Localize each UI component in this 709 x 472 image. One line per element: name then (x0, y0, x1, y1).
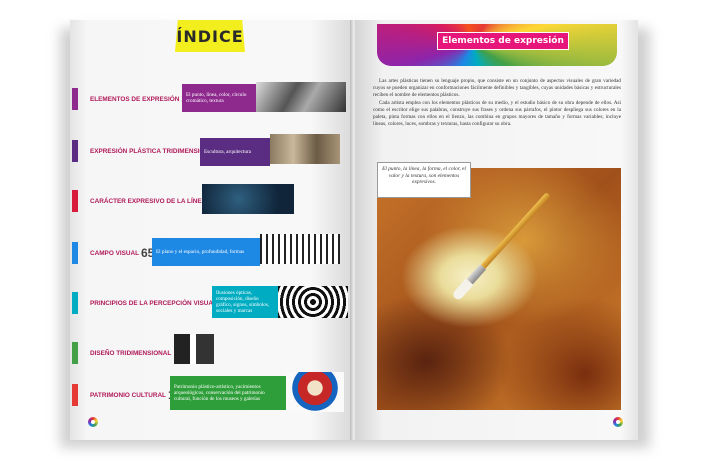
image-callout: El punto, la línea, la forma, el color, … (377, 162, 471, 198)
index-entry-7[interactable]: PATRIMONIO CULTURAL116 Patrimonio plásti… (70, 372, 353, 412)
paintbrush-illustration (451, 191, 552, 302)
entry-thumbnail-image (202, 184, 294, 214)
entry-thumbnail-image (174, 334, 214, 364)
entry-title: CARÁCTER EXPRESIVO DE LA LÍNEA (90, 197, 207, 205)
oil-painting-image (377, 168, 621, 410)
index-heading: ÍNDICE (176, 26, 244, 46)
index-entry-3[interactable]: CARÁCTER EXPRESIVO DE LA LÍNEA56 (70, 182, 353, 222)
index-entry-1[interactable]: ELEMENTOS DE EXPRESIÓN3 El punto, línea,… (70, 78, 353, 118)
entry-title: EXPRESIÓN PLÁSTICA TRIDIMENSIONAL (90, 147, 218, 155)
index-entry-6[interactable]: DISEÑO TRIDIMENSIONAL113 (70, 332, 353, 372)
index-entry-2[interactable]: EXPRESIÓN PLÁSTICA TRIDIMENSIONAL48 Escu… (70, 130, 353, 170)
index-entry-4[interactable]: CAMPO VISUAL 65 El plano y el espacio, pr… (70, 232, 353, 272)
entry-description: Patrimonio plástico-artístico, yacimient… (170, 376, 286, 410)
entry-title: PRINCIPIOS DE LA PERCEPCIÓN VISUAL (90, 299, 217, 307)
index-entry-5[interactable]: PRINCIPIOS DE LA PERCEPCIÓN VISUAL91 Ilu… (70, 282, 353, 322)
entry-color-bar (72, 292, 78, 314)
entry-thumbnail-image (256, 82, 346, 112)
entry-description: Escultura, arquitectura (200, 138, 270, 166)
footer-logo-icon (88, 417, 98, 427)
left-page: ÍNDICE ELEMENTOS DE EXPRESIÓN3 El punto,… (70, 20, 353, 440)
entry-color-bar (72, 342, 78, 364)
index-heading-banner: ÍNDICE (175, 20, 245, 52)
paragraph-1: Las artes plásticas tienen su lenguaje p… (373, 78, 621, 98)
entry-description: El plano y el espacio, profundidad, form… (152, 238, 260, 266)
paragraph-2: Cada artista emplea con los elementos pl… (373, 100, 621, 127)
entry-color-bar (72, 384, 78, 406)
body-text: Las artes plásticas tienen su lenguaje p… (373, 78, 621, 129)
entry-description: Ilusiones ópticas, composición, diseño g… (212, 286, 278, 318)
entry-title: ELEMENTOS DE EXPRESIÓN (90, 95, 180, 103)
entry-title: CAMPO VISUAL (90, 249, 139, 257)
entry-color-bar (72, 242, 78, 264)
entry-color-bar (72, 140, 78, 162)
entry-color-bar (72, 190, 78, 212)
footer-logo-icon (613, 417, 623, 427)
entry-title: PATRIMONIO CULTURAL (90, 391, 166, 399)
entry-title: DISEÑO TRIDIMENSIONAL (90, 349, 172, 357)
right-page: Elementos de expresión Las artes plástic… (355, 20, 638, 440)
section-title: Elementos de expresión (442, 36, 564, 46)
entry-color-bar (72, 88, 78, 110)
section-title-box: Elementos de expresión (437, 32, 569, 50)
header-banner: Elementos de expresión (377, 24, 617, 66)
entry-thumbnail-image (260, 234, 340, 264)
entry-description: El punto, línea, color, círculo cromátic… (182, 84, 256, 112)
entry-thumbnail-image (278, 286, 348, 318)
entry-thumbnail-image (286, 372, 344, 412)
entry-thumbnail-image (270, 134, 340, 164)
